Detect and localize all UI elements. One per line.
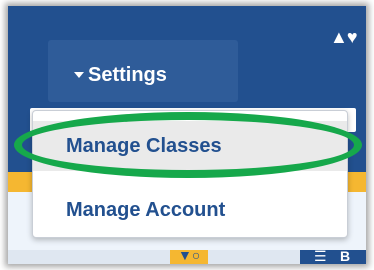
highlight-annotation-ellipse <box>14 112 362 178</box>
settings-button-label: Settings <box>88 64 167 86</box>
filter-icon: ▼○ <box>178 247 201 263</box>
caret-down-icon <box>74 72 84 78</box>
logo-icon: ▲♥ <box>330 27 357 47</box>
view-button[interactable] <box>300 250 366 264</box>
view-button-label: B <box>340 248 351 264</box>
list-icon: ☰ <box>314 248 327 264</box>
menu-item-manage-account[interactable]: Manage Account <box>33 185 347 235</box>
